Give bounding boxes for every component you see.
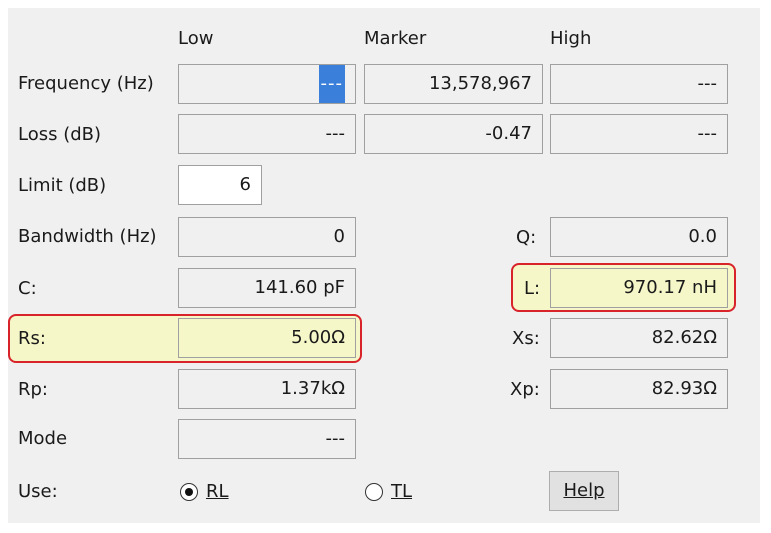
bandwidth-field[interactable]: 0 <box>178 217 356 257</box>
header-marker: Marker <box>364 28 427 49</box>
l-label: L: <box>524 278 541 299</box>
rl-radio[interactable] <box>180 483 198 501</box>
use-label: Use: <box>18 481 58 502</box>
loss-label: Loss (dB) <box>18 124 102 145</box>
xs-field[interactable]: 82.62Ω <box>550 318 728 358</box>
limit-label: Limit (dB) <box>18 175 107 196</box>
rl-radio-label[interactable]: RL <box>206 481 229 503</box>
bandwidth-label: Bandwidth (Hz) <box>18 226 157 247</box>
rp-label: Rp: <box>18 379 48 400</box>
c-field[interactable]: 141.60 pF <box>178 268 356 308</box>
rp-field[interactable]: 1.37kΩ <box>178 369 356 409</box>
header-high: High <box>550 28 592 49</box>
header-low: Low <box>178 28 214 49</box>
tl-radio[interactable] <box>365 483 383 501</box>
xp-label: Xp: <box>510 379 540 400</box>
xs-label: Xs: <box>512 328 540 349</box>
frequency-high-field[interactable]: --- <box>550 64 728 104</box>
q-field[interactable]: 0.0 <box>550 217 728 257</box>
loss-low-field[interactable]: --- <box>178 114 356 154</box>
c-label: C: <box>18 278 37 299</box>
frequency-label: Frequency (Hz) <box>18 73 154 94</box>
mode-field[interactable]: --- <box>178 419 356 459</box>
frequency-low-field[interactable]: --- <box>178 64 356 104</box>
frequency-low-value: --- <box>318 65 345 103</box>
loss-high-field[interactable]: --- <box>550 114 728 154</box>
rs-label: Rs: <box>18 328 46 349</box>
mode-label: Mode <box>18 428 68 449</box>
limit-input[interactable]: 6 <box>178 165 262 205</box>
loss-marker-field[interactable]: -0.47 <box>364 114 543 154</box>
l-field[interactable]: 970.17 nH <box>550 268 728 308</box>
rs-field[interactable]: 5.00Ω <box>178 318 356 358</box>
frequency-marker-field[interactable]: 13,578,967 <box>364 64 543 104</box>
q-label: Q: <box>516 227 537 248</box>
tl-radio-label[interactable]: TL <box>391 481 412 503</box>
help-button[interactable]: Help <box>549 471 619 511</box>
xp-field[interactable]: 82.93Ω <box>550 369 728 409</box>
help-button-label: Help <box>563 480 605 501</box>
